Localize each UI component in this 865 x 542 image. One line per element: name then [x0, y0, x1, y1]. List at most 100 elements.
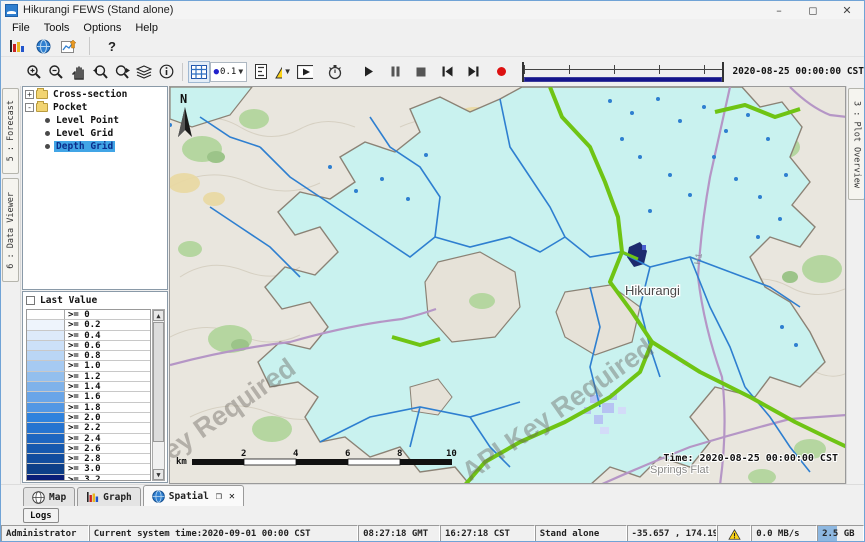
legend-swatch — [27, 403, 65, 413]
step-forward-button[interactable] — [462, 61, 484, 83]
tab-forecast[interactable]: 5 : Forecast — [2, 88, 19, 174]
tree-item-cross-section[interactable]: + Cross-section — [23, 88, 167, 100]
scroll-up-icon[interactable]: ▲ — [153, 310, 164, 321]
zoom-in-button[interactable] — [23, 61, 45, 83]
pan-button[interactable] — [67, 61, 89, 83]
legend-swatch — [27, 331, 65, 341]
status-network-speed: 0.0 MB/s — [751, 525, 817, 542]
legend-table: >= 0 >= 0.2 >= 0.4 >= 0.6 >= 0.8 >= 1.0 … — [26, 309, 151, 481]
animation-panel-button[interactable] — [294, 61, 316, 83]
menu-options[interactable]: Options — [76, 21, 128, 35]
legend-row: >= 0.2 — [27, 320, 150, 330]
help-button[interactable]: ? — [99, 35, 125, 57]
legend-row: >= 1.6 — [27, 392, 150, 402]
step-back-button[interactable] — [436, 61, 458, 83]
zoom-next-button[interactable] — [111, 61, 133, 83]
help-icon: ? — [102, 39, 122, 54]
spatial-display-button[interactable] — [32, 35, 54, 57]
layer-tree: + Cross-section - Pocket Level Point — [22, 86, 168, 290]
legend-swatch — [27, 413, 65, 423]
toolbar-separator — [182, 63, 183, 81]
tab-map[interactable]: Map — [23, 487, 75, 506]
tree-item-depth-grid[interactable]: Depth Grid — [23, 140, 167, 152]
tab-data-viewer[interactable]: 6 : Data Viewer — [2, 178, 19, 282]
legend-toggle-button[interactable] — [250, 61, 272, 83]
record-button[interactable] — [490, 61, 512, 83]
collapse-icon[interactable]: - — [25, 103, 34, 112]
titlebar: Hikurangi FEWS (Stand alone) – ◻ ✕ — [1, 1, 864, 19]
legend-swatch — [27, 351, 65, 361]
tab-spatial[interactable]: Spatial ❒ ✕ — [143, 485, 244, 506]
scroll-thumb[interactable] — [153, 322, 164, 442]
layers-icon — [136, 65, 152, 79]
bar-chart-icon — [9, 39, 25, 53]
status-local-time: 16:27:18 CST — [440, 525, 535, 542]
profile-display-button[interactable] — [58, 35, 80, 57]
label-springs-flat: Springs Flat — [650, 464, 709, 476]
legend-row: >= 2.2 — [27, 423, 150, 433]
zoom-in-icon — [26, 64, 42, 80]
tab-maximize-icon[interactable]: ❒ — [216, 491, 222, 502]
info-button[interactable] — [155, 61, 177, 83]
legend-swatch — [27, 444, 65, 454]
folder-icon — [36, 90, 48, 99]
status-gmt-time: 08:27:18 GMT — [358, 525, 440, 542]
window-title: Hikurangi FEWS (Stand alone) — [23, 4, 173, 16]
legend-swatch — [27, 423, 65, 433]
legend-row: >= 1.2 — [27, 372, 150, 382]
tab-graph[interactable]: Graph — [77, 487, 141, 506]
maximize-button[interactable]: ◻ — [796, 1, 830, 19]
logs-button[interactable]: Logs — [23, 508, 59, 523]
timeseries-display-button[interactable] — [6, 35, 28, 57]
tree-item-pocket[interactable]: - Pocket — [23, 101, 167, 113]
stop-button[interactable] — [410, 61, 432, 83]
tab-close-icon[interactable]: ✕ — [229, 491, 235, 502]
current-time-display: 2020-08-25 00:00:00 CST — [732, 66, 864, 77]
legend-row: >= 2.4 — [27, 434, 150, 444]
chevron-down-icon: ▼ — [238, 67, 243, 76]
menu-help[interactable]: Help — [128, 21, 165, 35]
bullet-icon — [45, 118, 50, 123]
pause-button[interactable] — [384, 61, 406, 83]
thresholds-dropdown-button[interactable]: ▼ — [272, 61, 294, 83]
legend-scrollbar[interactable]: ▲ ▼ — [152, 309, 165, 481]
timer-button[interactable] — [324, 61, 346, 83]
legend-row: >= 1.4 — [27, 382, 150, 392]
tree-item-level-grid[interactable]: Level Grid — [23, 127, 167, 139]
close-button[interactable]: ✕ — [830, 1, 864, 19]
zoom-out-button[interactable] — [45, 61, 67, 83]
record-icon — [496, 66, 507, 77]
zoom-previous-button[interactable] — [89, 61, 111, 83]
time-slider-range-bar[interactable] — [524, 77, 722, 82]
legend-row: >= 2.8 — [27, 454, 150, 464]
menu-tools[interactable]: Tools — [37, 21, 77, 35]
play-button[interactable] — [358, 61, 380, 83]
svg-text:10: 10 — [446, 449, 457, 459]
status-warning-cell[interactable] — [717, 525, 751, 542]
right-tab-strip: 3 : Plot Overview — [846, 86, 865, 484]
tree-item-level-point[interactable]: Level Point — [23, 114, 167, 126]
map-view[interactable]: API Key Required API Key Required Hikura… — [169, 86, 846, 484]
legend-swatch — [27, 392, 65, 402]
time-slider[interactable] — [522, 62, 724, 82]
last-value-checkbox[interactable] — [26, 296, 35, 305]
status-user: Administrator — [1, 525, 89, 542]
menu-file[interactable]: File — [5, 21, 37, 35]
label-hikurangi: Hikurangi — [625, 283, 680, 298]
folder-icon — [36, 103, 48, 112]
main-toolbar: ? — [1, 36, 864, 57]
legend-row: >= 0.8 — [27, 351, 150, 361]
tab-plot-overview[interactable]: 3 : Plot Overview — [848, 88, 865, 200]
chevron-down-icon: ▼ — [284, 67, 292, 76]
globe-icon — [36, 39, 51, 54]
bullet-icon — [45, 131, 50, 136]
legend-swatch — [27, 310, 65, 320]
zoom-previous-icon — [92, 64, 108, 80]
minimize-button[interactable]: – — [762, 1, 796, 19]
hand-icon — [71, 64, 86, 80]
layers-button[interactable] — [133, 61, 155, 83]
label-threshold-dropdown[interactable]: ● 0.1 ▼ — [210, 62, 248, 82]
grid-display-button[interactable] — [188, 61, 210, 83]
expand-icon[interactable]: + — [25, 90, 34, 99]
scroll-down-icon[interactable]: ▼ — [153, 469, 164, 480]
